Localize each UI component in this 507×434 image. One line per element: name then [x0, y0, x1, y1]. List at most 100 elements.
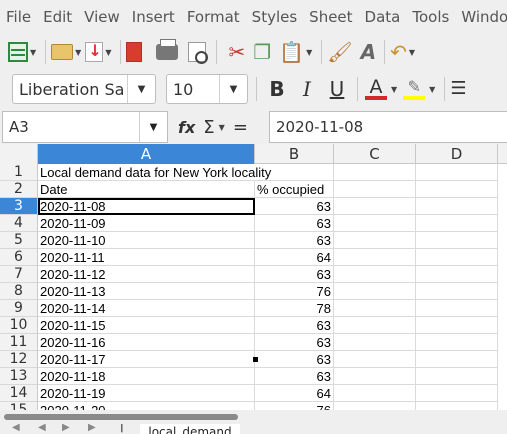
- column-header-c[interactable]: C: [334, 144, 416, 164]
- last-sheet-arrow-icon[interactable]: ▶: [88, 424, 96, 433]
- horizontal-scrollbar[interactable]: [0, 410, 507, 424]
- fill-handle[interactable]: [253, 357, 258, 362]
- cell-c[interactable]: [334, 402, 416, 410]
- function-wizard-icon[interactable]: fx: [178, 118, 195, 137]
- export-pdf-button[interactable]: [126, 38, 143, 66]
- row-header[interactable]: 9: [0, 300, 38, 317]
- cell-c[interactable]: [334, 385, 416, 402]
- cell-c[interactable]: [334, 334, 416, 351]
- align-left-button[interactable]: ☰: [450, 75, 466, 103]
- new-spreadsheet-button[interactable]: [8, 38, 28, 66]
- next-sheet-arrow-icon[interactable]: ▶: [62, 424, 70, 433]
- menu-styles[interactable]: Styles: [252, 8, 306, 26]
- row-header[interactable]: 14: [0, 385, 38, 402]
- cell-d[interactable]: [416, 351, 498, 368]
- cell-d[interactable]: [416, 334, 498, 351]
- cell-d[interactable]: [416, 317, 498, 334]
- cell-c[interactable]: [334, 266, 416, 283]
- cell-a[interactable]: Local demand data for New York locality: [38, 164, 271, 181]
- cell-b[interactable]: [255, 164, 334, 181]
- horizontal-scrollbar-thumb[interactable]: [4, 414, 238, 420]
- undo-button[interactable]: ↶: [390, 38, 407, 66]
- spreadsheet-grid[interactable]: A B C D 1 Local demand data for New York …: [0, 144, 507, 410]
- cell-d[interactable]: [416, 368, 498, 385]
- font-name-dropdown-arrow[interactable]: ▼: [127, 75, 155, 103]
- name-box[interactable]: A3 ▼: [2, 111, 168, 143]
- column-header-b[interactable]: B: [255, 144, 334, 164]
- row-header[interactable]: 2: [0, 181, 38, 198]
- highlight-color-dropdown-arrow[interactable]: ▼: [429, 85, 435, 94]
- menu-view[interactable]: View: [84, 8, 128, 26]
- cell-d[interactable]: [416, 215, 498, 232]
- menu-format[interactable]: Format: [187, 8, 248, 26]
- cell-c[interactable]: [334, 181, 416, 198]
- cell-d[interactable]: [416, 181, 498, 198]
- copy-button[interactable]: ❐: [253, 38, 271, 66]
- menu-tools[interactable]: Tools: [412, 8, 457, 26]
- cell-d[interactable]: [416, 198, 498, 215]
- cell-b[interactable]: 76: [255, 402, 334, 410]
- row-header[interactable]: 12: [0, 351, 38, 368]
- first-sheet-arrow-icon[interactable]: ◀: [12, 424, 20, 433]
- cell-d[interactable]: [416, 283, 498, 300]
- sheet-tab-local-demand[interactable]: local_demand: [140, 424, 240, 434]
- font-color-dropdown-arrow[interactable]: ▼: [391, 85, 397, 94]
- cell-b[interactable]: 63: [255, 198, 334, 215]
- cell-b[interactable]: 63: [255, 351, 334, 368]
- formula-equals-icon[interactable]: =: [233, 117, 248, 138]
- formula-input[interactable]: 2020-11-08: [269, 111, 507, 143]
- open-button[interactable]: [51, 38, 74, 66]
- cell-a[interactable]: 2020-11-12: [38, 266, 255, 283]
- menu-window[interactable]: Window: [461, 8, 507, 26]
- font-name-box[interactable]: Liberation Sa ▼: [12, 74, 156, 104]
- cell-d[interactable]: [416, 249, 498, 266]
- italic-button[interactable]: I: [292, 77, 322, 101]
- row-header[interactable]: 5: [0, 232, 38, 249]
- cell-a[interactable]: 2020-11-13: [38, 283, 255, 300]
- cell-c[interactable]: [334, 164, 416, 181]
- font-size-box[interactable]: 10 ▼: [166, 74, 248, 104]
- cell-b[interactable]: 63: [255, 317, 334, 334]
- cell-c[interactable]: [334, 249, 416, 266]
- row-header[interactable]: 10: [0, 317, 38, 334]
- cell-b[interactable]: 63: [255, 215, 334, 232]
- column-header-a[interactable]: A: [38, 144, 255, 164]
- column-header-d[interactable]: D: [416, 144, 498, 164]
- clone-formatting-button[interactable]: 🖌: [327, 38, 352, 66]
- row-header[interactable]: 1: [0, 164, 38, 181]
- cell-a[interactable]: 2020-11-11: [38, 249, 255, 266]
- cell-d[interactable]: [416, 266, 498, 283]
- cell-a[interactable]: 2020-11-10: [38, 232, 255, 249]
- cell-b[interactable]: 76: [255, 283, 334, 300]
- select-all-corner[interactable]: [0, 144, 38, 164]
- cell-d[interactable]: [416, 402, 498, 410]
- cell-a[interactable]: 2020-11-08: [38, 198, 255, 215]
- cell-c[interactable]: [334, 351, 416, 368]
- name-box-dropdown-arrow[interactable]: ▼: [139, 112, 167, 142]
- clear-formatting-button[interactable]: A: [361, 38, 376, 66]
- cut-button[interactable]: ✂: [228, 38, 245, 66]
- font-size-dropdown-arrow[interactable]: ▼: [219, 75, 247, 103]
- cell-b[interactable]: 63: [255, 232, 334, 249]
- cell-b[interactable]: 78: [255, 300, 334, 317]
- menu-sheet[interactable]: Sheet: [309, 8, 360, 26]
- add-sheet-icon[interactable]: |: [120, 424, 124, 433]
- cell-b[interactable]: 63: [255, 334, 334, 351]
- name-box-input[interactable]: A3: [3, 118, 139, 136]
- row-header[interactable]: 8: [0, 283, 38, 300]
- font-size-input[interactable]: 10: [167, 80, 219, 99]
- font-name-input[interactable]: Liberation Sa: [13, 80, 127, 99]
- save-dropdown-arrow[interactable]: ▼: [105, 48, 111, 57]
- font-color-button[interactable]: A: [363, 75, 389, 103]
- cell-c[interactable]: [334, 232, 416, 249]
- cell-a[interactable]: Date: [38, 181, 255, 198]
- cell-b[interactable]: % occupied: [255, 181, 334, 198]
- new-dropdown-arrow[interactable]: ▼: [30, 48, 36, 57]
- cell-d[interactable]: [416, 164, 498, 181]
- cell-d[interactable]: [416, 300, 498, 317]
- cell-a[interactable]: 2020-11-20: [38, 402, 255, 410]
- cell-b[interactable]: 64: [255, 249, 334, 266]
- open-dropdown-arrow[interactable]: ▼: [75, 48, 81, 57]
- print-button[interactable]: [156, 38, 179, 66]
- menu-insert[interactable]: Insert: [132, 8, 183, 26]
